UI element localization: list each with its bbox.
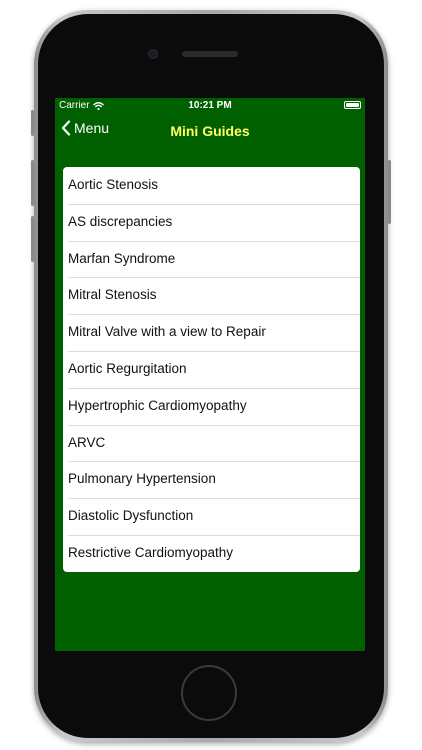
guides-list: Aortic Stenosis AS discrepancies Marfan … <box>63 167 360 572</box>
navigation-bar: Menu Mini Guides <box>55 114 365 150</box>
battery-icon <box>344 101 361 109</box>
list-item-as-discrepancies[interactable]: AS discrepancies <box>63 203 360 241</box>
power-button <box>388 160 391 224</box>
volume-down-button <box>31 216 34 262</box>
list-item-hypertrophic-cardiomyopathy[interactable]: Hypertrophic Cardiomyopathy <box>63 387 360 425</box>
list-item-arvc[interactable]: ARVC <box>63 424 360 462</box>
mute-switch <box>31 110 34 136</box>
front-camera <box>148 49 158 59</box>
status-bar: Carrier 10:21 PM <box>55 98 365 114</box>
list-item-mitral-valve-repair[interactable]: Mitral Valve with a view to Repair <box>63 314 360 351</box>
list-item-diastolic-dysfunction[interactable]: Diastolic Dysfunction <box>63 498 360 535</box>
status-time: 10:21 PM <box>188 100 232 111</box>
list-item-aortic-regurgitation[interactable]: Aortic Regurgitation <box>63 350 360 388</box>
list-item-mitral-stenosis[interactable]: Mitral Stenosis <box>63 277 360 314</box>
app-screen: Carrier 10:21 PM Menu Mini Guides Aortic… <box>55 98 365 651</box>
list-item-pulmonary-hypertension[interactable]: Pulmonary Hypertension <box>63 461 360 498</box>
list-item-marfan-syndrome[interactable]: Marfan Syndrome <box>63 240 360 278</box>
earpiece-speaker <box>182 51 238 57</box>
home-button[interactable] <box>181 665 237 721</box>
list-item-aortic-stenosis[interactable]: Aortic Stenosis <box>63 167 360 204</box>
volume-up-button <box>31 160 34 206</box>
list-item-restrictive-cardiomyopathy[interactable]: Restrictive Cardiomyopathy <box>63 534 360 572</box>
page-title: Mini Guides <box>170 123 250 139</box>
